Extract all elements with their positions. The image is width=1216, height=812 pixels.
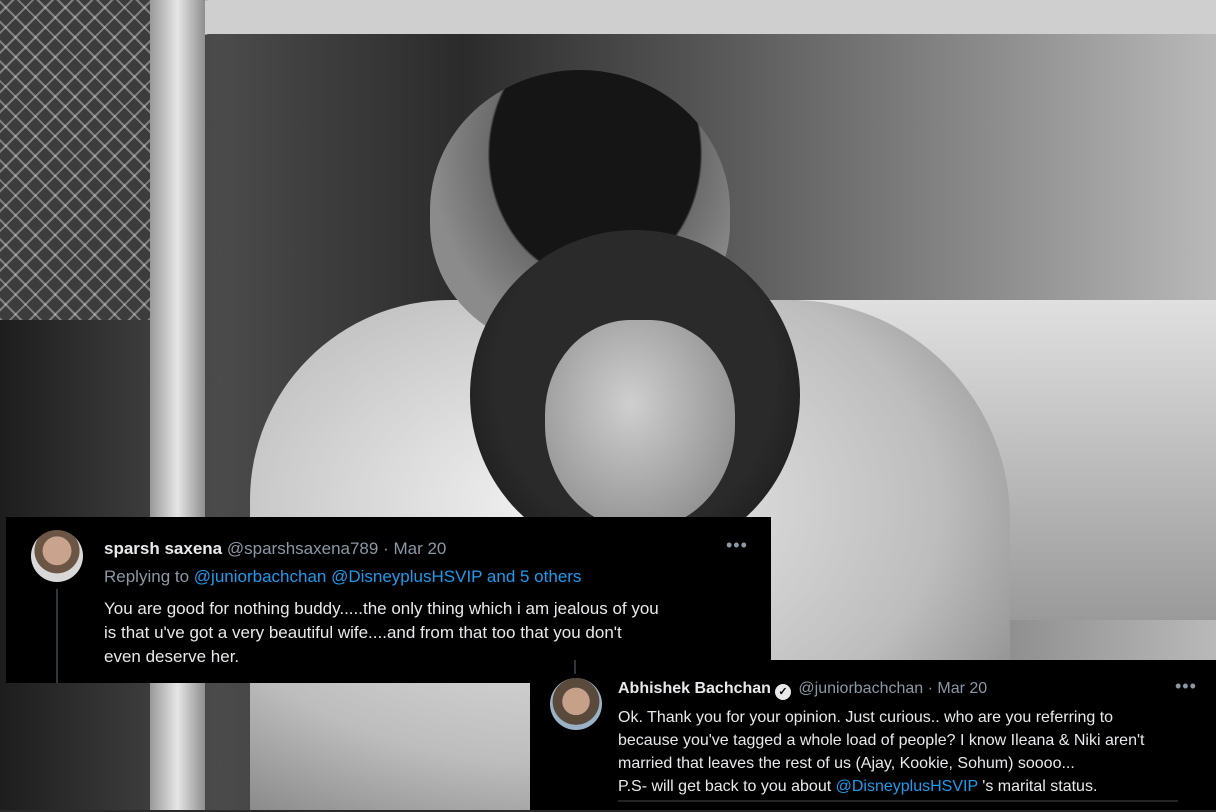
tweet-header: Abhishek Bachchan ✓ @juniorbachchan · Mar…: [618, 680, 987, 700]
more-horizontal-icon[interactable]: •••: [726, 535, 748, 556]
more-horizontal-icon[interactable]: •••: [1175, 676, 1197, 697]
tweet-header: sparsh saxena @sparshsaxena789 · Mar 20: [104, 539, 446, 559]
tweet-date[interactable]: · Mar 20: [383, 539, 446, 558]
display-name[interactable]: Abhishek Bachchan: [618, 680, 771, 697]
verified-badge-icon: ✓: [774, 684, 791, 700]
tweet-text-line: is that u've got a very beautiful wife..…: [104, 623, 622, 642]
tweet-card-response: Abhishek Bachchan ✓ @juniorbachchan · Mar…: [530, 660, 1216, 810]
thread-line: [56, 589, 58, 683]
tweet-card-reply: sparsh saxena @sparshsaxena789 · Mar 20 …: [6, 517, 771, 683]
avatar[interactable]: [31, 530, 83, 582]
tweet-text-line: married that leaves the rest of us (Ajay…: [618, 755, 1075, 772]
thread-line: [574, 660, 576, 674]
avatar[interactable]: [550, 678, 602, 730]
replying-to: Replying to @juniorbachchan @DisneyplusH…: [104, 567, 581, 587]
car-grille: [0, 0, 150, 320]
ps-prefix: P.S- will get back to you about: [618, 778, 832, 795]
ps-suffix: 's marital status.: [977, 778, 1098, 795]
woman-face: [545, 320, 735, 530]
handle[interactable]: @sparshsaxena789: [227, 539, 378, 558]
tweet-text-line-ps: P.S- will get back to you about @Disneyp…: [618, 775, 1144, 798]
handle[interactable]: @juniorbachchan: [798, 680, 923, 697]
tweet-text-line: Ok. Thank you for your opinion. Just cur…: [618, 709, 1114, 726]
replying-prefix: Replying to: [104, 567, 190, 586]
tweet-date[interactable]: · Mar 20: [928, 680, 988, 697]
tweet-text-line: because you've tagged a whole load of pe…: [618, 732, 1145, 749]
tweet-text: You are good for nothing buddy.....the o…: [104, 597, 659, 669]
replying-mentions-link[interactable]: @juniorbachchan @DisneyplusHSVIP and 5 o…: [194, 567, 582, 586]
tweet-text: Ok. Thank you for your opinion. Just cur…: [618, 706, 1144, 798]
display-name[interactable]: sparsh saxena: [104, 539, 222, 558]
tweet-actions-bar: [618, 800, 1178, 812]
ps-mention-link[interactable]: @DisneyplusHSVIP: [836, 778, 978, 795]
tweet-text-line: You are good for nothing buddy.....the o…: [104, 599, 659, 618]
car-door-post: [150, 0, 205, 810]
